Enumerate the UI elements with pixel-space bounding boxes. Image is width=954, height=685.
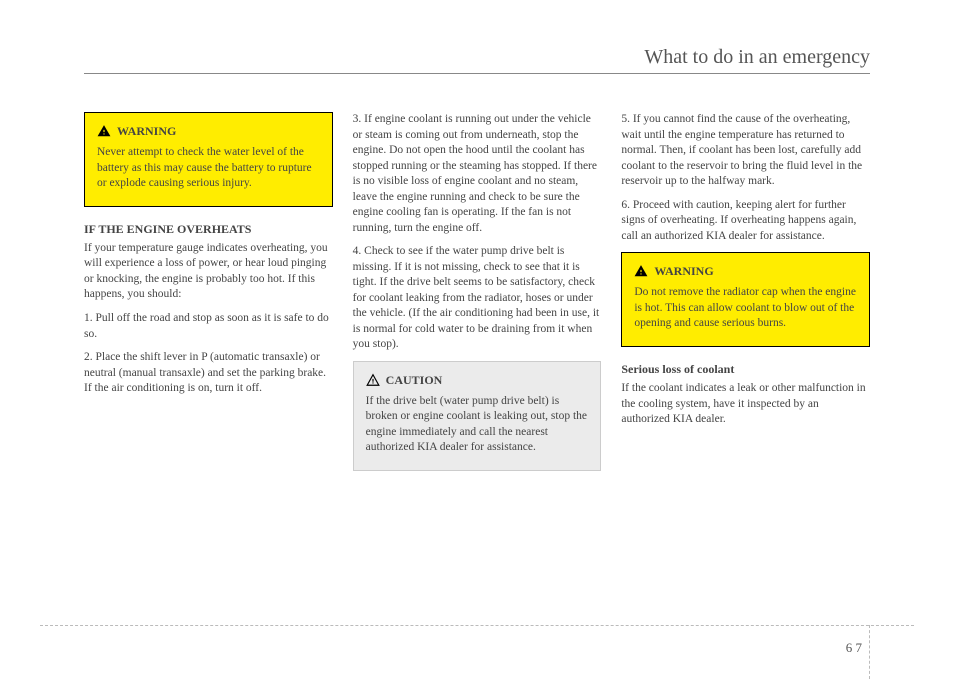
intro-paragraph: If your temperature gauge indicates over… — [84, 241, 333, 303]
column-1: WARNING Never attempt to check the water… — [84, 112, 333, 485]
warning-header-2: WARNING — [634, 263, 857, 279]
warning-label: WARNING — [117, 123, 176, 139]
warning-triangle-icon — [634, 264, 648, 278]
column-2: 3. If engine coolant is running out unde… — [353, 112, 602, 485]
page-title: What to do in an emergency — [644, 46, 870, 68]
subheading-coolant-loss: Serious loss of coolant — [621, 361, 870, 377]
warning-body-2: Do not remove the radiator cap when the … — [634, 285, 857, 332]
footer-divider-horizontal — [40, 625, 914, 626]
content-columns: WARNING Never attempt to check the water… — [84, 112, 870, 485]
warning-header: WARNING — [97, 123, 320, 139]
warning-box-battery: WARNING Never attempt to check the water… — [84, 112, 333, 207]
section-heading-overheats: IF THE ENGINE OVERHEATS — [84, 221, 333, 237]
warning-box-radiator: WARNING Do not remove the radiator cap w… — [621, 252, 870, 347]
list-item-4: 4. Check to see if the water pump drive … — [353, 244, 602, 353]
list-item-1: 1. Pull off the road and stop as soon as… — [84, 311, 333, 342]
list-item-5: 5. If you cannot find the cause of the o… — [621, 112, 870, 190]
page-number: 6 7 — [846, 640, 862, 656]
coolant-loss-body: If the coolant indicates a leak or other… — [621, 381, 870, 428]
caution-label: CAUTION — [386, 372, 443, 388]
warning-triangle-icon — [97, 124, 111, 138]
list-item-2: 2. Place the shift lever in P (automatic… — [84, 350, 333, 397]
list-item-3: 3. If engine coolant is running out unde… — [353, 112, 602, 236]
caution-box-belt: CAUTION If the drive belt (water pump dr… — [353, 361, 602, 471]
caution-header: CAUTION — [366, 372, 589, 388]
warning-body: Never attempt to check the water level o… — [97, 145, 320, 192]
column-3: 5. If you cannot find the cause of the o… — [621, 112, 870, 485]
list-item-6: 6. Proceed with caution, keeping alert f… — [621, 198, 870, 245]
warning-label-2: WARNING — [654, 263, 713, 279]
caution-triangle-icon — [366, 373, 380, 387]
caution-body: If the drive belt (water pump drive belt… — [366, 394, 589, 456]
footer-divider-vertical — [869, 625, 870, 679]
page-header: What to do in an emergency — [84, 46, 870, 74]
